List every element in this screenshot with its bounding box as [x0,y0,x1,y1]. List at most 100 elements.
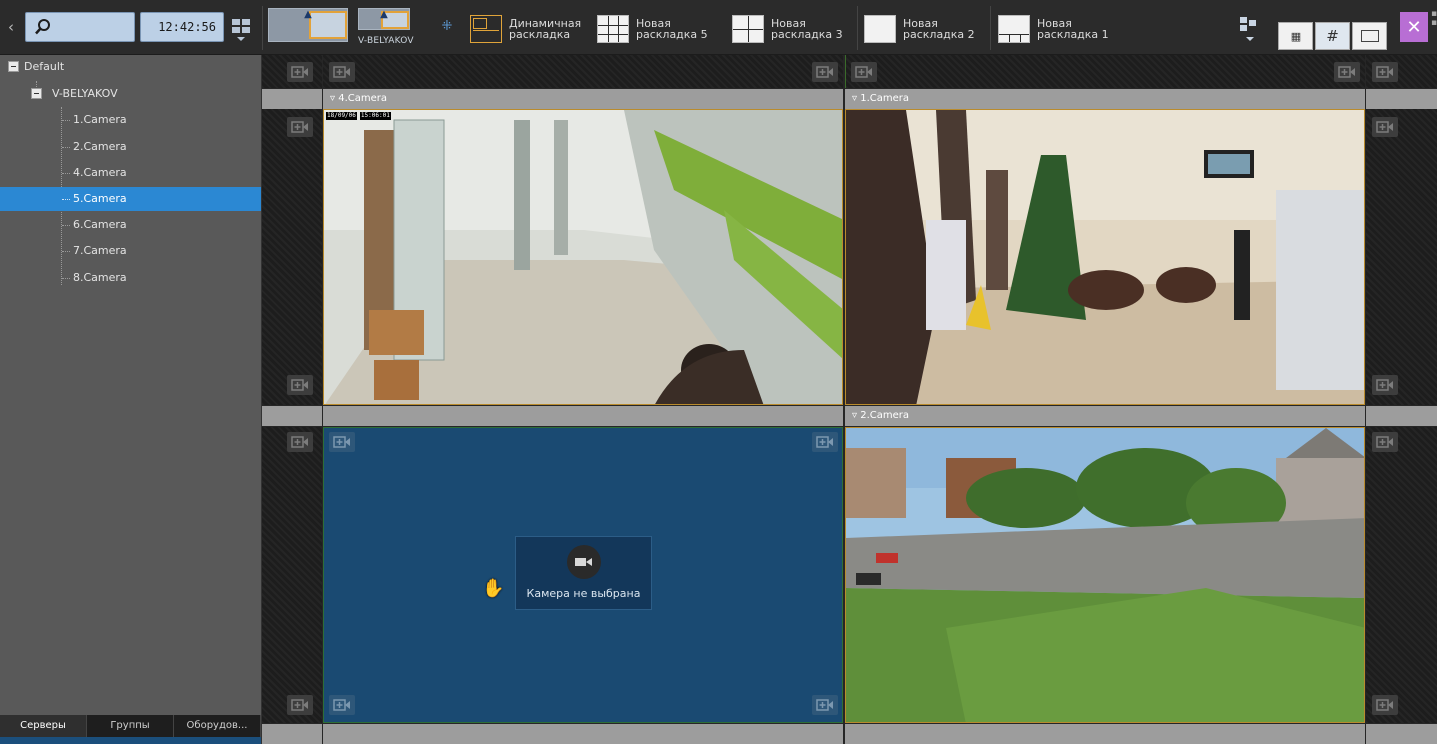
video-feed-1-camera[interactable] [845,109,1365,405]
tree-camera-item[interactable]: 4.Camera [0,161,261,185]
menu-arrow-icon[interactable]: ▿ [852,93,857,104]
empty-slot[interactable] [262,427,322,723]
collapse-toggle-icon[interactable] [31,88,42,99]
menu-arrow-icon[interactable]: ▿ [330,93,335,104]
slot-header [262,89,322,109]
no-camera-placeholder[interactable]: Камера не выбрана [515,536,652,610]
add-camera-button[interactable] [1334,62,1360,82]
view-mode-hash-button[interactable]: # [1315,22,1350,50]
move-handle-icon[interactable]: ⁜ [440,20,454,34]
network-layout-icon [1240,17,1256,41]
tree-camera-item[interactable]: 6.Camera [0,213,261,237]
empty-slot[interactable] [1366,427,1437,723]
no-camera-text: Камера не выбрана [526,587,641,600]
layout-tab-label: раскладка 3 [771,28,843,41]
add-camera-button[interactable] [1372,375,1398,395]
add-camera-button[interactable] [329,432,355,452]
tree-camera-item[interactable]: 7.Camera [0,239,261,263]
add-camera-button[interactable] [812,695,838,715]
tab-groups[interactable]: Группы [87,715,174,737]
tree-node-server[interactable]: V-BELYAKOV [0,82,261,106]
tree-connector [62,278,70,279]
layout-settings-button[interactable] [1236,13,1264,41]
add-camera-button[interactable] [287,117,313,137]
add-camera-button[interactable] [329,695,355,715]
sidebar-scrollbar[interactable] [0,737,261,744]
tab-equipment[interactable]: Оборудов... [174,715,261,737]
add-camera-button[interactable] [1372,695,1398,715]
slot-header [323,724,843,744]
add-camera-button[interactable] [1372,117,1398,137]
layout-grid-button[interactable] [229,13,255,43]
add-camera-button[interactable] [812,62,838,82]
empty-camera-cell[interactable]: Камера не выбрана ✋ [323,427,843,723]
pin-icon: ▲ [304,9,312,20]
add-camera-icon [1376,121,1393,133]
video-feed-2-camera[interactable] [845,427,1365,723]
add-camera-icon [1376,66,1393,78]
layout-tab-dynamic[interactable]: Динамичная раскладка [470,13,581,45]
camera-title: 4.Camera [338,93,388,104]
menu-arrow-icon[interactable]: ▿ [852,410,857,421]
add-camera-button[interactable] [287,432,313,452]
hand-cursor-icon: ✋ [482,578,505,599]
slot-header [1366,724,1437,744]
add-camera-icon [1376,379,1393,391]
tree-node-label: V-BELYAKOV [52,87,118,100]
video-feed-4-camera[interactable]: 18/09/06 15:06:01 [323,109,843,405]
layout-thumbnail-current[interactable]: ▲ [268,8,348,42]
thumbnail-label: V-BELYAKOV [358,36,414,46]
camera-label: 7.Camera [73,244,127,257]
view-mode-group: ▦ # [1278,22,1388,50]
add-camera-button[interactable] [851,62,877,82]
add-camera-button[interactable] [287,62,313,82]
tree-camera-item[interactable]: 8.Camera [0,266,261,290]
tree-camera-item[interactable]: 2.Camera [0,135,261,159]
tree-connector [62,173,70,174]
add-camera-icon [291,436,308,448]
collapse-toggle-icon[interactable] [8,61,19,72]
tree-node-default[interactable]: Default [0,55,261,79]
add-camera-button[interactable] [1372,62,1398,82]
camera-label: 8.Camera [73,271,127,284]
camera-header-1[interactable]: ▿ 1.Camera [845,89,1365,109]
add-camera-button[interactable] [812,432,838,452]
tree-camera-item[interactable]: 1.Camera [0,108,261,132]
lobby-video-image [846,110,1364,404]
layout-tab-new-5[interactable]: Новая раскладка 5 [597,13,708,45]
slot-header [262,406,322,426]
camera-header-4[interactable]: ▿ 4.Camera [323,89,843,109]
add-camera-button[interactable] [1372,432,1398,452]
layout-tab-new-2[interactable]: Новая раскладка 2 [864,13,975,45]
collapse-panel-arrow-icon[interactable]: ‹ [2,14,20,40]
empty-slot[interactable] [323,55,843,88]
more-icon[interactable]: ▪ ▪ [1431,10,1437,46]
empty-slot[interactable] [262,109,322,405]
empty-slot[interactable] [845,55,1365,88]
add-camera-icon [291,121,308,133]
add-camera-button[interactable] [287,375,313,395]
layout-thumbnail-v-belyakov[interactable]: ▲ V-BELYAKOV [358,8,414,46]
view-mode-single-button[interactable] [1352,22,1387,50]
tab-servers[interactable]: Серверы [0,715,87,737]
grid-9-layout-icon [597,15,629,43]
camera-label: 6.Camera [73,218,127,231]
tools-button[interactable]: ✕ [1400,12,1428,42]
add-camera-icon [333,699,350,711]
layout-tab-new-3[interactable]: Новая раскладка 3 [732,13,843,45]
view-mode-grid-button[interactable]: ▦ [1278,22,1313,50]
hash-grid-icon: # [1326,27,1339,45]
empty-slot[interactable] [1366,109,1437,405]
add-camera-icon [291,699,308,711]
tree-connector [62,199,70,200]
camera-header-2[interactable]: ▿ 2.Camera [845,406,1365,426]
add-camera-button[interactable] [287,695,313,715]
add-camera-icon [816,699,833,711]
pin-icon: ▲ [380,9,388,20]
search-input[interactable] [25,12,135,42]
add-camera-button[interactable] [329,62,355,82]
layout-tab-label: раскладка 5 [636,28,708,41]
layout-tab-label: раскладка [509,28,571,41]
layout-tab-new-1[interactable]: Новая раскладка 1 [998,13,1109,45]
tree-camera-item-selected[interactable]: 5.Camera [0,187,261,211]
